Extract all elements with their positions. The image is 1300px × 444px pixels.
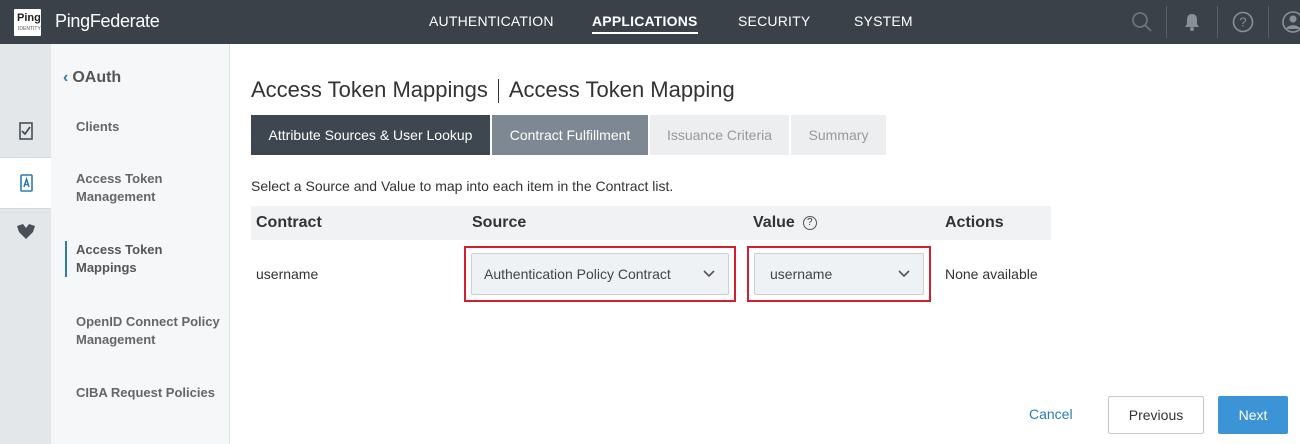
chevron-down-icon (898, 270, 910, 278)
rail-item-applications[interactable] (0, 103, 51, 159)
breadcrumb-current: Access Token Mapping (508, 77, 735, 102)
title-divider (497, 79, 499, 104)
nav-system[interactable]: SYSTEM (854, 13, 913, 29)
tab-summary[interactable]: Summary (791, 115, 886, 155)
nav-security[interactable]: SECURITY (738, 13, 810, 29)
column-header-actions: Actions (945, 214, 1004, 231)
instructions-text: Select a Source and Value to map into ea… (251, 178, 674, 194)
value-select-value: username (770, 266, 833, 282)
previous-button[interactable]: Previous (1108, 396, 1204, 434)
subnav-item-ciba-request-policies[interactable]: CIBA Request Policies (76, 384, 226, 402)
page-title: Access Token Mappings Access Token Mappin… (251, 77, 735, 104)
column-header-source: Source (472, 214, 527, 231)
divider (1217, 6, 1218, 38)
left-icon-rail (0, 44, 51, 444)
top-nav-bar: Ping IDENTITY PingFederate AUTHENTICATIO… (0, 0, 1300, 44)
column-header-contract: Contract (256, 214, 322, 231)
cancel-button[interactable]: Cancel (1029, 406, 1073, 422)
contract-cell: username (256, 266, 319, 282)
subnav-item-openid-connect-policy-management[interactable]: OpenID Connect Policy Management (76, 313, 226, 349)
tab-attribute-sources[interactable]: Attribute Sources & User Lookup (251, 115, 490, 155)
logo-subtext: IDENTITY (18, 26, 41, 32)
chevron-left-icon: ‹ (63, 69, 69, 86)
token-icon (19, 174, 33, 192)
secondary-nav: ‹ OAuth Clients Access Token Management A… (51, 44, 230, 444)
subnav-item-access-token-mappings[interactable]: Access Token Mappings (65, 241, 215, 277)
value-select[interactable]: username (754, 253, 924, 295)
bell-icon[interactable] (1180, 0, 1204, 44)
logo-text: Ping (17, 12, 41, 24)
tab-issuance-criteria[interactable]: Issuance Criteria (650, 115, 789, 155)
column-header-value: Value? (753, 214, 817, 232)
wizard-tabs: Attribute Sources & User Lookup Contract… (251, 115, 888, 155)
source-select-value: Authentication Policy Contract (484, 266, 671, 282)
actions-cell: None available (945, 266, 1038, 282)
rail-item-oauth[interactable] (0, 158, 51, 208)
nav-applications[interactable]: APPLICATIONS (592, 13, 698, 34)
back-link[interactable]: ‹ OAuth (63, 69, 121, 87)
source-select[interactable]: Authentication Policy Contract (471, 253, 729, 295)
nav-authentication[interactable]: AUTHENTICATION (429, 13, 554, 29)
ping-identity-logo[interactable]: Ping IDENTITY (14, 9, 41, 36)
brand-name[interactable]: PingFederate (55, 11, 160, 32)
chevron-down-icon (703, 270, 715, 278)
next-button[interactable]: Next (1218, 396, 1288, 434)
help-icon[interactable]: ? (1231, 0, 1255, 44)
back-label: OAuth (72, 69, 122, 86)
breadcrumb-parent[interactable]: Access Token Mappings (251, 77, 488, 102)
subnav-item-clients[interactable]: Clients (76, 118, 226, 136)
tab-contract-fulfillment[interactable]: Contract Fulfillment (492, 115, 648, 155)
clipboard-check-icon (18, 122, 33, 140)
table-header: Contract Source Value? Actions (251, 206, 1051, 240)
svg-text:?: ? (1239, 15, 1246, 30)
rail-item-federation[interactable] (0, 212, 51, 252)
divider (1166, 6, 1167, 38)
network-icon (16, 224, 35, 239)
help-circle-icon[interactable]: ? (802, 216, 817, 230)
user-avatar-icon[interactable] (1280, 0, 1300, 44)
subnav-item-access-token-management[interactable]: Access Token Management (76, 170, 226, 206)
search-icon[interactable] (1128, 0, 1156, 44)
divider (1268, 6, 1269, 38)
